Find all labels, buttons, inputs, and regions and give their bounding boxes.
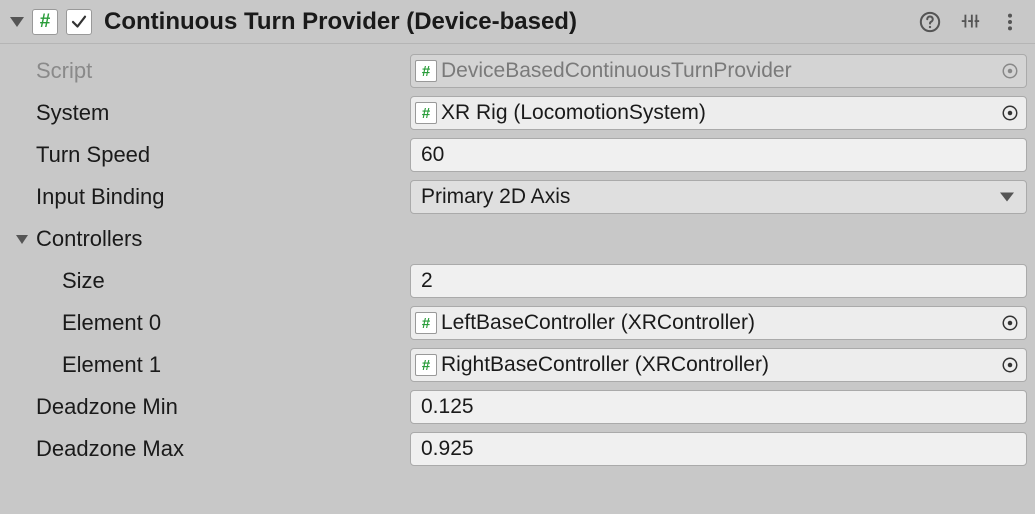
script-icon: # <box>32 9 58 35</box>
turn-speed-field[interactable] <box>410 138 1027 172</box>
chevron-down-icon <box>1000 193 1014 202</box>
help-icon[interactable] <box>919 11 941 33</box>
size-field[interactable] <box>410 264 1027 298</box>
row-element-0: Element 0 # LeftBaseController (XRContro… <box>14 302 1027 344</box>
object-picker-icon[interactable] <box>1000 103 1020 123</box>
script-field: # DeviceBasedContinuousTurnProvider <box>410 54 1027 88</box>
script-icon: # <box>415 60 437 82</box>
component-header[interactable]: # Continuous Turn Provider (Device-based… <box>0 0 1035 44</box>
inspector-component: # Continuous Turn Provider (Device-based… <box>0 0 1035 478</box>
component-title: Continuous Turn Provider (Device-based) <box>104 8 919 36</box>
object-picker-icon[interactable] <box>1000 61 1020 81</box>
enable-checkbox[interactable] <box>66 9 92 35</box>
kebab-menu-icon[interactable] <box>999 11 1021 33</box>
script-icon: # <box>415 312 437 334</box>
turn-speed-input[interactable] <box>421 143 1016 167</box>
component-body: Script # DeviceBasedContinuousTurnProvid… <box>0 44 1035 478</box>
system-value: XR Rig (LocomotionSystem) <box>441 101 706 125</box>
label-element-1: Element 1 <box>14 352 410 378</box>
input-binding-dropdown[interactable]: Primary 2D Axis <box>410 180 1027 214</box>
script-icon: # <box>415 354 437 376</box>
script-icon: # <box>415 102 437 124</box>
element-0-field[interactable]: # LeftBaseController (XRController) <box>410 306 1027 340</box>
object-picker-icon[interactable] <box>1000 355 1020 375</box>
deadzone-max-input[interactable] <box>421 437 1016 461</box>
row-controllers[interactable]: Controllers <box>14 218 1027 260</box>
element-1-field[interactable]: # RightBaseController (XRController) <box>410 348 1027 382</box>
label-controllers: Controllers <box>14 226 410 252</box>
row-script: Script # DeviceBasedContinuousTurnProvid… <box>14 50 1027 92</box>
element-0-value: LeftBaseController (XRController) <box>441 311 755 335</box>
object-picker-icon[interactable] <box>1000 313 1020 333</box>
component-foldout[interactable] <box>10 17 24 27</box>
label-system: System <box>14 100 410 126</box>
size-input[interactable] <box>421 269 1016 293</box>
controllers-foldout[interactable] <box>16 235 28 244</box>
presets-icon[interactable] <box>959 11 981 33</box>
row-deadzone-min: Deadzone Min <box>14 386 1027 428</box>
row-size: Size <box>14 260 1027 302</box>
row-deadzone-max: Deadzone Max <box>14 428 1027 470</box>
label-input-binding: Input Binding <box>14 184 410 210</box>
label-script: Script <box>14 58 410 84</box>
label-deadzone-min: Deadzone Min <box>14 394 410 420</box>
deadzone-min-field[interactable] <box>410 390 1027 424</box>
header-icon-group <box>919 11 1027 33</box>
label-deadzone-max: Deadzone Max <box>14 436 410 462</box>
row-input-binding: Input Binding Primary 2D Axis <box>14 176 1027 218</box>
system-field[interactable]: # XR Rig (LocomotionSystem) <box>410 96 1027 130</box>
label-size: Size <box>14 268 410 294</box>
label-element-0: Element 0 <box>14 310 410 336</box>
deadzone-min-input[interactable] <box>421 395 1016 419</box>
script-value: DeviceBasedContinuousTurnProvider <box>441 59 792 83</box>
row-system: System # XR Rig (LocomotionSystem) <box>14 92 1027 134</box>
element-1-value: RightBaseController (XRController) <box>441 353 769 377</box>
row-turn-speed: Turn Speed <box>14 134 1027 176</box>
label-turn-speed: Turn Speed <box>14 142 410 168</box>
deadzone-max-field[interactable] <box>410 432 1027 466</box>
row-element-1: Element 1 # RightBaseController (XRContr… <box>14 344 1027 386</box>
input-binding-value: Primary 2D Axis <box>421 185 570 209</box>
checkmark-icon <box>70 13 88 31</box>
